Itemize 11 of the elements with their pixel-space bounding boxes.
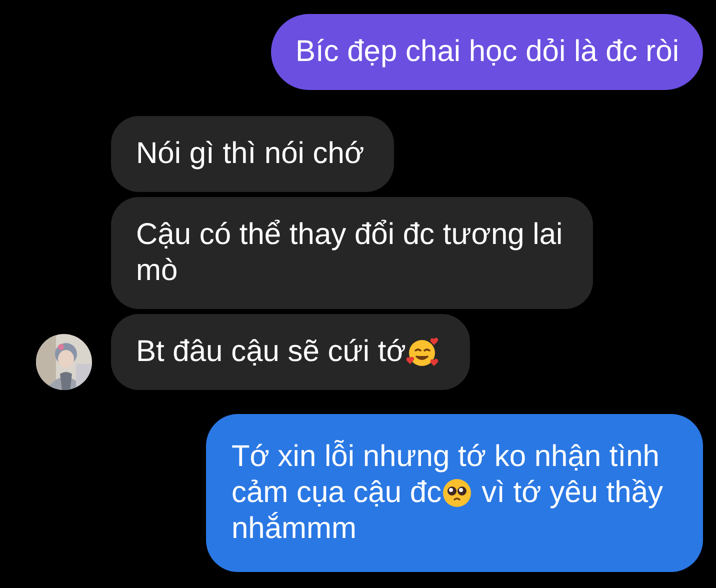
- pleading-face-icon: [442, 478, 472, 508]
- message-text: Bt đâu cậu sẽ cứi tớ: [136, 334, 406, 370]
- message-text: mò: [136, 253, 178, 289]
- message-text: Tớ xin lỗi nhưng tớ ko nhận tình: [231, 439, 660, 475]
- message-text: cảm cụa cậu đc: [231, 475, 442, 511]
- message-text: Bíc đẹp chai học dỏi là đc ròi: [295, 34, 679, 70]
- message-text: Cậu có thể thay đổi đc tương lai: [136, 217, 563, 253]
- smiling-face-with-hearts-icon: [406, 336, 440, 368]
- message-text: nhắmmm: [231, 511, 356, 547]
- message-text: vì tớ yêu thầy: [482, 475, 663, 511]
- message-text: Nói gì thì nói chớ: [136, 136, 364, 172]
